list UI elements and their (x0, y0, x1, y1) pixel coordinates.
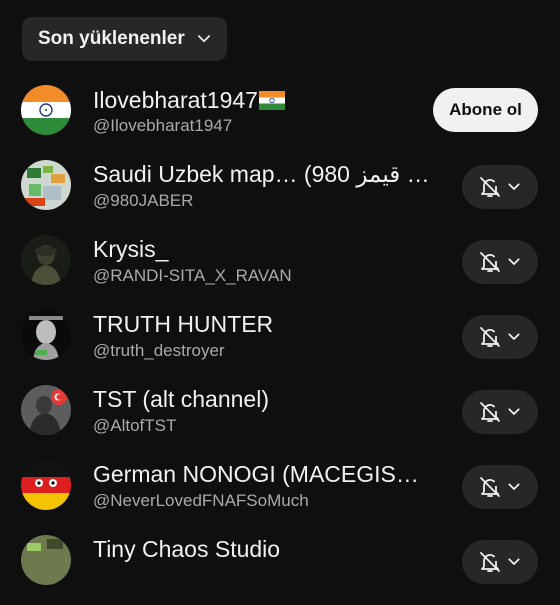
chevron-down-icon (508, 408, 520, 415)
notifications-button[interactable] (462, 465, 538, 509)
channel-avatar[interactable] (21, 310, 71, 360)
notifications-button[interactable] (462, 540, 538, 584)
channel-name[interactable]: Saudi Uzbek map… (جابر قيمز 980) (93, 161, 438, 188)
india-flag-icon (258, 91, 285, 110)
channel-row[interactable]: Saudi Uzbek map… (جابر قيمز 980) @980JAB… (0, 155, 560, 230)
channel-name[interactable]: TRUTH HUNTER (93, 311, 438, 338)
channel-handle: @Ilovebharat1947 (93, 116, 233, 135)
sort-label: Son yüklenenler (38, 28, 185, 49)
channel-name[interactable]: Tiny Chaos Studio (93, 536, 438, 563)
channel-name[interactable]: Krysis_ (93, 236, 438, 263)
channel-avatar[interactable] (21, 385, 71, 435)
german-flag-ball-avatar (21, 460, 71, 510)
channel-row[interactable]: TRUTH HUNTER @truth_destroyer (0, 305, 560, 380)
channel-avatar[interactable] (21, 460, 71, 510)
india-flag-avatar (21, 85, 71, 135)
chevron-down-icon (508, 258, 520, 265)
bell-off-icon (480, 552, 500, 572)
channel-name[interactable]: TST (alt channel) (93, 386, 438, 413)
channel-name[interactable]: Ilovebharat1947 (93, 87, 438, 114)
channel-handle: @NeverLovedFNAFSoMuch (93, 491, 309, 510)
bell-off-icon (480, 252, 500, 272)
chevron-down-icon (508, 558, 520, 565)
channel-row[interactable]: Ilovebharat1947 @Ilovebharat1947 Abone o… (0, 80, 560, 155)
statue-avatar (21, 310, 71, 360)
soldier-avatar (21, 235, 71, 285)
bell-off-icon (480, 327, 500, 347)
channel-handle: @RANDI-SITA_X_RAVAN (93, 266, 292, 285)
chevron-down-icon (508, 183, 520, 190)
turkey-soldier-avatar (21, 385, 71, 435)
bell-off-icon (480, 177, 500, 197)
chevron-down-icon (508, 483, 520, 490)
notifications-button[interactable] (462, 390, 538, 434)
channel-name[interactable]: German NONOGI (MACEGISM) … (93, 461, 438, 488)
chevron-down-icon (508, 333, 520, 340)
chevron-down-icon (197, 35, 210, 43)
notifications-button[interactable] (462, 240, 538, 284)
channel-handle: @980JABER (93, 191, 194, 210)
notifications-button[interactable] (462, 165, 538, 209)
channel-row[interactable]: German NONOGI (MACEGISM) … @NeverLovedFN… (0, 455, 560, 530)
channel-row[interactable]: Krysis_ @RANDI-SITA_X_RAVAN (0, 230, 560, 305)
channel-avatar[interactable] (21, 535, 71, 585)
bell-off-icon (480, 477, 500, 497)
channel-avatar[interactable] (21, 160, 71, 210)
channel-list: Ilovebharat1947 @Ilovebharat1947 Abone o… (0, 80, 560, 605)
channel-handle: @truth_destroyer (93, 341, 225, 360)
tiny-chaos-avatar (21, 535, 71, 585)
channel-avatar[interactable] (21, 85, 71, 135)
notifications-button[interactable] (462, 315, 538, 359)
sort-dropdown[interactable]: Son yüklenenler (22, 17, 227, 61)
bell-off-icon (480, 402, 500, 422)
channel-handle: @AltofTST (93, 416, 177, 435)
map-avatar (21, 160, 71, 210)
channel-avatar[interactable] (21, 235, 71, 285)
subscribe-button[interactable]: Abone ol (433, 88, 538, 132)
channel-row[interactable]: Tiny Chaos Studio (0, 530, 560, 605)
channel-row[interactable]: TST (alt channel) @AltofTST (0, 380, 560, 455)
